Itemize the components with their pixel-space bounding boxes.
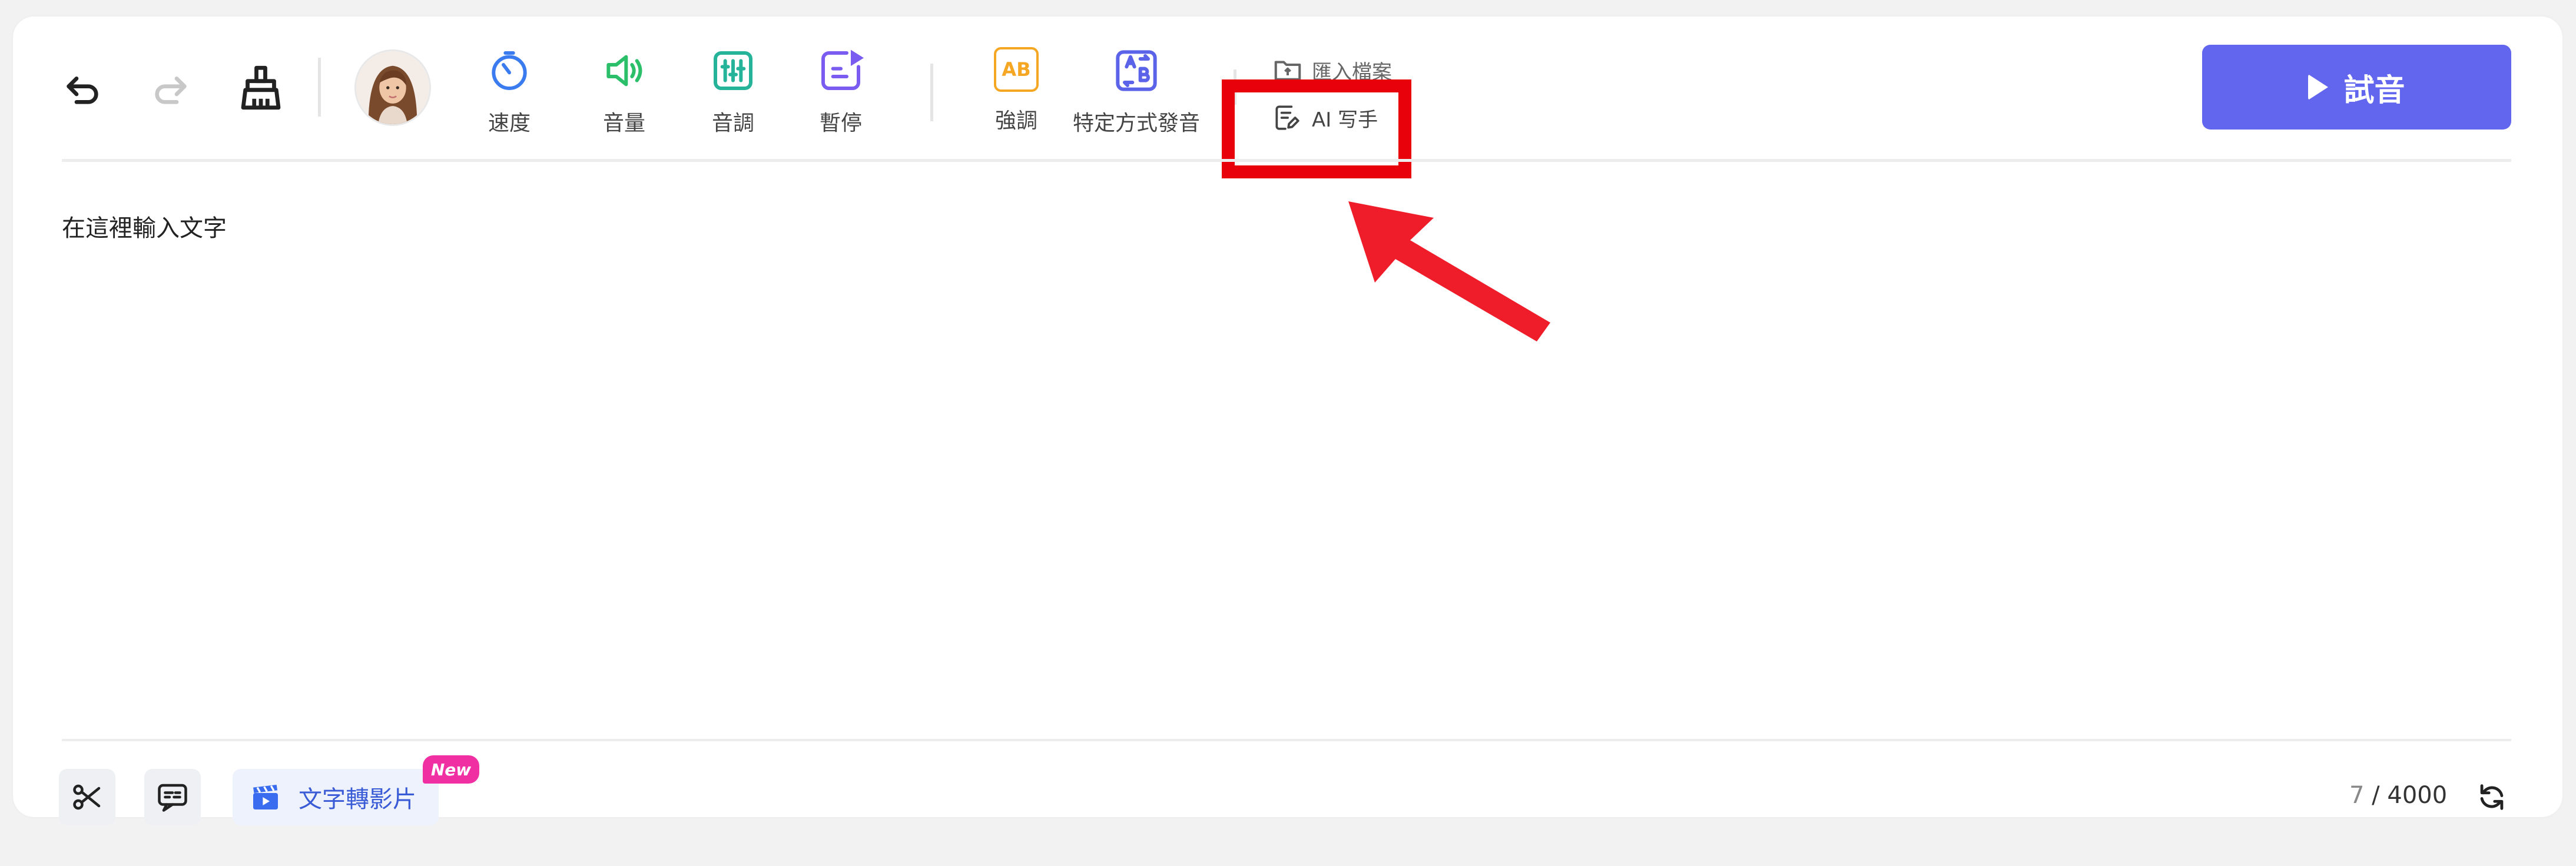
emphasis-icon: AB xyxy=(994,47,1039,92)
refresh-icon[interactable] xyxy=(2475,780,2509,814)
character-limit: / 4000 xyxy=(2372,782,2448,809)
new-badge: New xyxy=(423,755,479,784)
redo-icon xyxy=(155,77,187,104)
highlight-box xyxy=(1222,79,1411,178)
preview-play-button[interactable]: 試音 xyxy=(2202,45,2511,130)
clear-button[interactable] xyxy=(234,61,287,114)
emphasis-tool[interactable]: AB 強調 xyxy=(994,47,1039,134)
text-to-video-button[interactable]: 文字轉影片 xyxy=(233,769,439,825)
voice-avatar[interactable] xyxy=(354,49,431,126)
pitch-label: 音調 xyxy=(711,111,754,135)
emphasis-label: 強調 xyxy=(994,109,1037,133)
pause-tool[interactable]: 暫停 xyxy=(817,47,864,137)
scissors-icon xyxy=(73,784,101,810)
annotation-arrow-icon xyxy=(1348,201,1550,341)
pause-insert-icon xyxy=(821,49,864,90)
pronunciation-tool[interactable]: 特定方式發音 xyxy=(1073,47,1200,137)
stopwatch-icon xyxy=(492,51,527,90)
toolbar-separator xyxy=(318,58,321,117)
cut-button[interactable] xyxy=(59,769,115,825)
redo-button[interactable] xyxy=(147,65,194,112)
toolbar-divider xyxy=(62,159,2511,162)
equalizer-icon xyxy=(714,51,752,90)
character-counter: 7 / 4000 xyxy=(2349,782,2447,809)
character-count: 7 xyxy=(2349,782,2365,809)
pitch-tool[interactable]: 音調 xyxy=(710,47,757,137)
speed-tool[interactable]: 速度 xyxy=(486,47,533,137)
volume-label: 音量 xyxy=(602,111,645,135)
subtitle-button[interactable] xyxy=(144,769,201,825)
broom-icon xyxy=(241,65,281,110)
undo-icon xyxy=(67,77,98,104)
toolbar-separator-2 xyxy=(930,64,933,121)
preview-play-label: 試音 xyxy=(2343,72,2405,108)
text-to-video-label: 文字轉影片 xyxy=(299,786,416,813)
play-icon xyxy=(2308,74,2329,100)
caption-icon xyxy=(158,784,187,812)
undo-button[interactable] xyxy=(59,65,106,112)
clapperboard-icon xyxy=(253,785,278,809)
emphasis-icon-text: AB xyxy=(1002,58,1031,81)
pronunciation-label: 特定方式發音 xyxy=(1073,111,1201,135)
volume-tool[interactable]: 音量 xyxy=(601,47,648,137)
pause-label: 暫停 xyxy=(819,111,862,135)
pronunciation-swap-icon xyxy=(1116,50,1157,91)
avatar-portrait-icon xyxy=(356,51,429,124)
text-editor[interactable]: 在這裡輸入文字 xyxy=(62,209,227,243)
speaker-icon xyxy=(606,55,642,87)
speed-label: 速度 xyxy=(488,111,531,135)
footer-divider xyxy=(62,739,2511,741)
